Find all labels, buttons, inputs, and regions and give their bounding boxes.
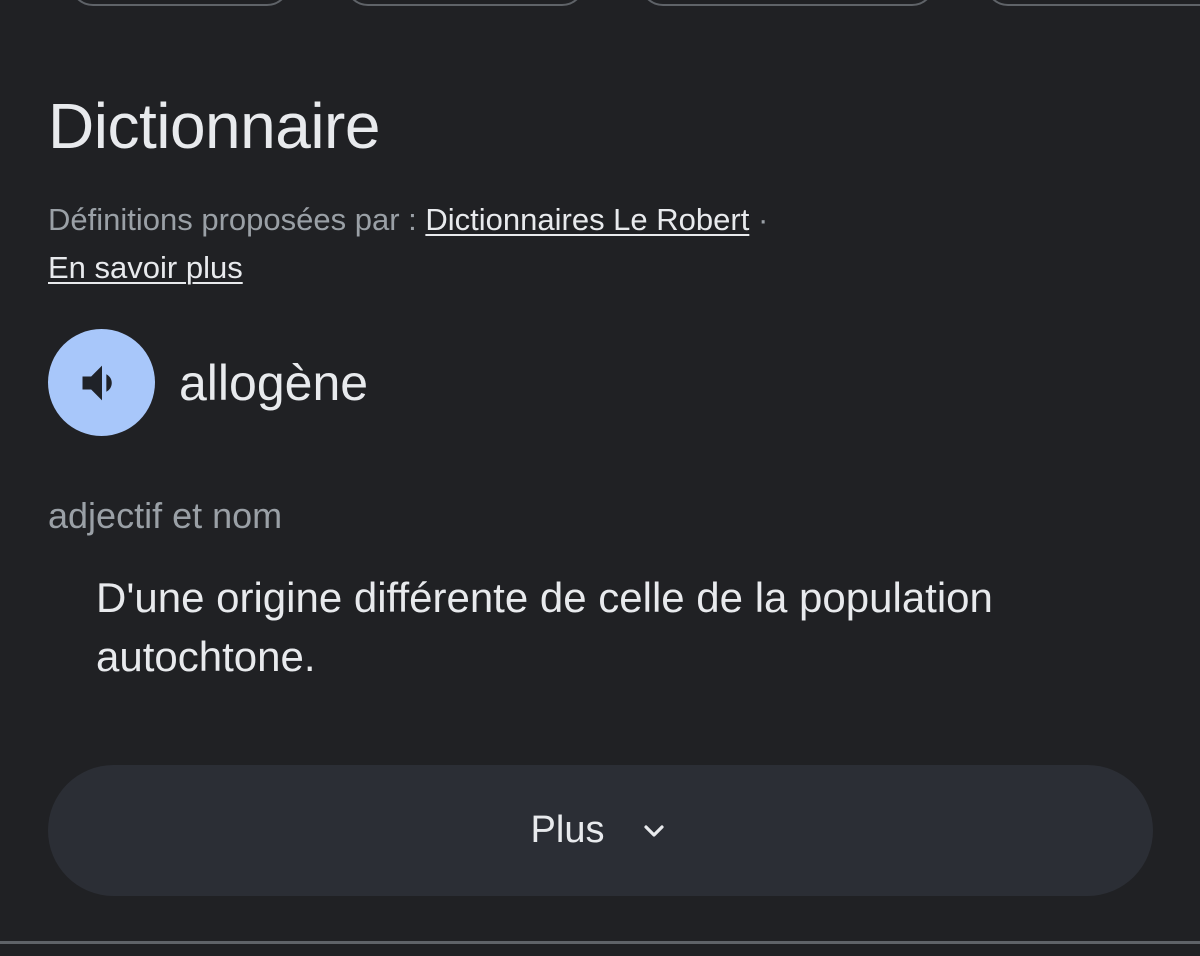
source-separator: ·	[749, 202, 769, 237]
filter-chip[interactable]	[985, 0, 1200, 6]
pronunciation-button[interactable]	[48, 329, 155, 436]
filter-chip[interactable]	[70, 0, 290, 6]
volume-up-icon	[82, 365, 112, 400]
filter-chip[interactable]	[345, 0, 585, 6]
divider	[0, 941, 1200, 944]
source-prefix: Définitions proposées par :	[48, 202, 426, 237]
learn-more-link[interactable]: En savoir plus	[48, 250, 243, 285]
more-button[interactable]: Plus	[48, 765, 1153, 896]
filter-chip[interactable]	[640, 0, 935, 6]
more-button-label: Plus	[530, 809, 605, 851]
headword: allogène	[179, 355, 369, 411]
chevron-down-icon	[638, 815, 670, 847]
source-attribution: Définitions proposées par : Dictionnaire…	[48, 196, 1148, 292]
part-of-speech: adjectif et nom	[48, 495, 283, 536]
source-link[interactable]: Dictionnaires Le Robert	[425, 202, 749, 237]
section-title: Dictionnaire	[48, 90, 380, 162]
definition-text: D'une origine différente de celle de la …	[96, 574, 993, 680]
